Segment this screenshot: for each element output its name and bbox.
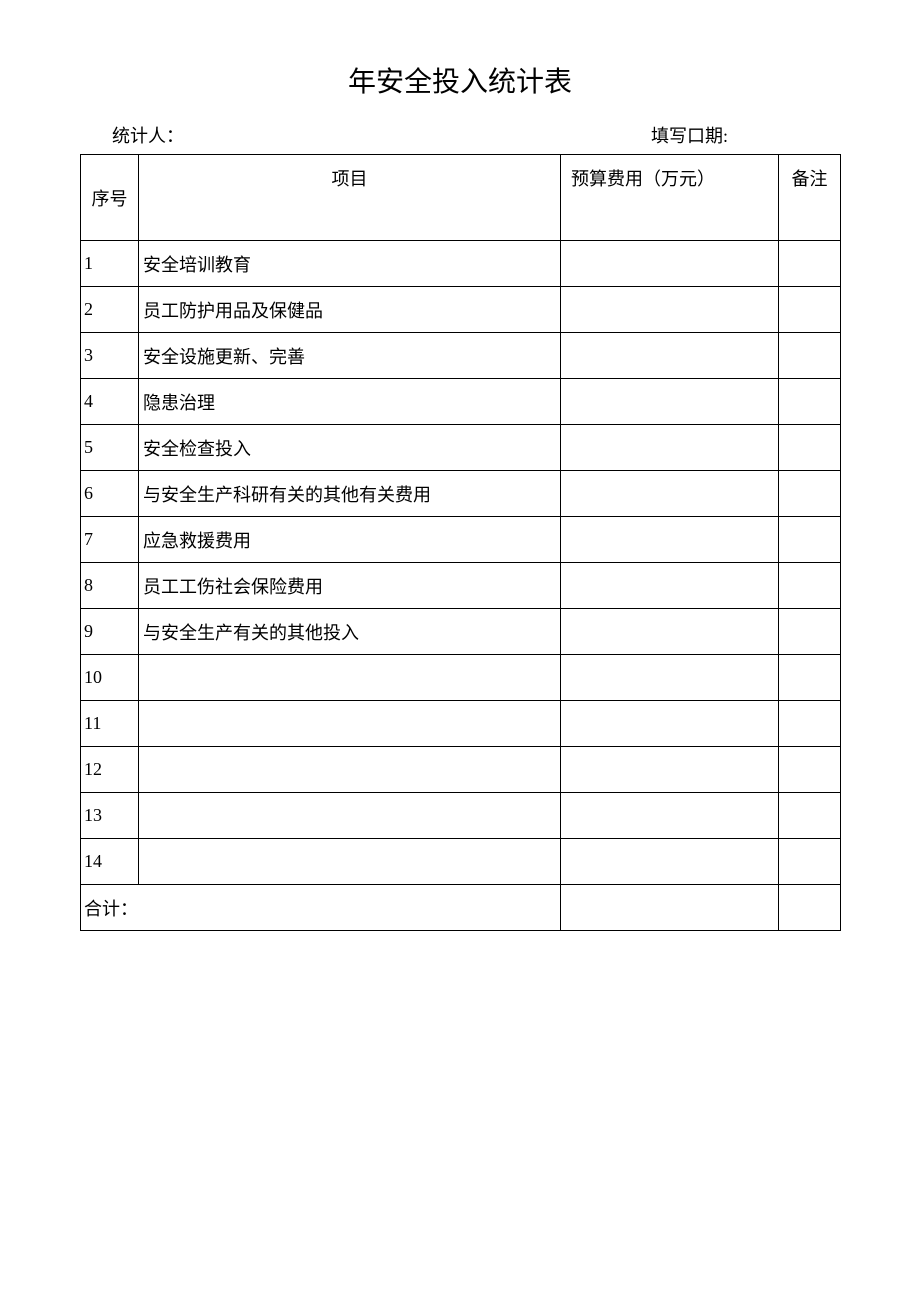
cell-item: 安全设施更新、完善 xyxy=(139,333,561,379)
total-label: 合计： xyxy=(81,885,561,931)
cell-seq: 9 xyxy=(81,609,139,655)
table-row: 11 xyxy=(81,701,841,747)
header-cost: 预算费用（万元） xyxy=(561,155,779,241)
header-seq: 序号 xyxy=(81,155,139,241)
cell-item xyxy=(139,701,561,747)
table-row: 14 xyxy=(81,839,841,885)
cell-seq: 5 xyxy=(81,425,139,471)
cell-item xyxy=(139,655,561,701)
cell-item: 员工防护用品及保健品 xyxy=(139,287,561,333)
cell-seq: 13 xyxy=(81,793,139,839)
cell-seq: 4 xyxy=(81,379,139,425)
cell-cost xyxy=(561,793,779,839)
table-body: 1 安全培训教育 2 员工防护用品及保健品 3 安全设施更新、完善 4 隐患治理… xyxy=(81,241,841,931)
cell-seq: 12 xyxy=(81,747,139,793)
table-row: 1 安全培训教育 xyxy=(81,241,841,287)
cell-note xyxy=(779,517,841,563)
cell-cost xyxy=(561,655,779,701)
cell-seq: 11 xyxy=(81,701,139,747)
table-row: 4 隐患治理 xyxy=(81,379,841,425)
cell-item: 安全培训教育 xyxy=(139,241,561,287)
cell-item: 与安全生产有关的其他投入 xyxy=(139,609,561,655)
table-row: 13 xyxy=(81,793,841,839)
cell-note xyxy=(779,425,841,471)
table-row: 9 与安全生产有关的其他投入 xyxy=(81,609,841,655)
cell-note xyxy=(779,471,841,517)
cell-cost xyxy=(561,241,779,287)
cell-seq: 10 xyxy=(81,655,139,701)
cell-note xyxy=(779,379,841,425)
cell-note xyxy=(779,701,841,747)
total-cost xyxy=(561,885,779,931)
cell-seq: 8 xyxy=(81,563,139,609)
table-row: 12 xyxy=(81,747,841,793)
table-row: 3 安全设施更新、完善 xyxy=(81,333,841,379)
cell-cost xyxy=(561,563,779,609)
cell-note xyxy=(779,793,841,839)
cell-item: 员工工伤社会保险费用 xyxy=(139,563,561,609)
cell-note xyxy=(779,609,841,655)
page-title: 年安全投入统计表 xyxy=(80,60,840,100)
table-row: 2 员工防护用品及保健品 xyxy=(81,287,841,333)
cell-note xyxy=(779,655,841,701)
table-row: 8 员工工伤社会保险费用 xyxy=(81,563,841,609)
cell-cost xyxy=(561,747,779,793)
cell-seq: 6 xyxy=(81,471,139,517)
cell-note xyxy=(779,563,841,609)
cell-cost xyxy=(561,609,779,655)
cell-cost xyxy=(561,471,779,517)
cell-note xyxy=(779,333,841,379)
date-label: 填写口期: xyxy=(651,122,728,148)
table-header-row: 序号 项目 预算费用（万元） 备注 xyxy=(81,155,841,241)
investment-table: 序号 项目 预算费用（万元） 备注 1 安全培训教育 2 员工防护用品及保健品 … xyxy=(80,154,841,931)
cell-cost xyxy=(561,333,779,379)
cell-seq: 7 xyxy=(81,517,139,563)
cell-cost xyxy=(561,517,779,563)
header-item: 项目 xyxy=(139,155,561,241)
cell-seq: 1 xyxy=(81,241,139,287)
cell-note xyxy=(779,839,841,885)
cell-cost xyxy=(561,379,779,425)
cell-item: 与安全生产科研有关的其他有关费用 xyxy=(139,471,561,517)
cell-seq: 3 xyxy=(81,333,139,379)
cell-cost xyxy=(561,839,779,885)
meta-row: 统计人： 填写口期: xyxy=(80,122,840,148)
cell-item xyxy=(139,793,561,839)
table-row: 7 应急救援费用 xyxy=(81,517,841,563)
cell-note xyxy=(779,747,841,793)
table-row: 5 安全检查投入 xyxy=(81,425,841,471)
total-note xyxy=(779,885,841,931)
cell-cost xyxy=(561,425,779,471)
cell-item xyxy=(139,747,561,793)
cell-item xyxy=(139,839,561,885)
cell-cost xyxy=(561,287,779,333)
cell-item: 应急救援费用 xyxy=(139,517,561,563)
cell-item: 隐患治理 xyxy=(139,379,561,425)
cell-seq: 14 xyxy=(81,839,139,885)
table-row: 6 与安全生产科研有关的其他有关费用 xyxy=(81,471,841,517)
header-note: 备注 xyxy=(779,155,841,241)
cell-cost xyxy=(561,701,779,747)
table-row: 10 xyxy=(81,655,841,701)
total-row: 合计： xyxy=(81,885,841,931)
cell-item: 安全检查投入 xyxy=(139,425,561,471)
recorder-label: 统计人： xyxy=(112,122,184,148)
cell-seq: 2 xyxy=(81,287,139,333)
cell-note xyxy=(779,287,841,333)
cell-note xyxy=(779,241,841,287)
